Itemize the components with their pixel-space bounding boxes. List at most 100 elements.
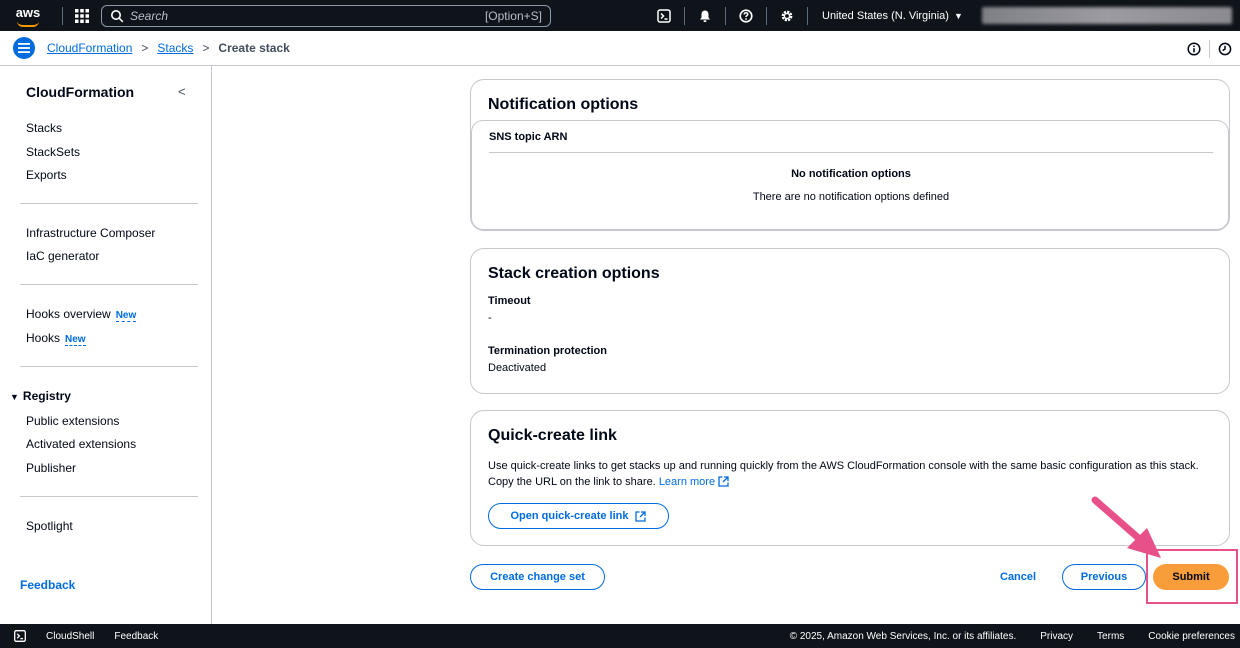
nav-separator bbox=[725, 6, 726, 25]
sidebar-item-label: Hooks bbox=[26, 331, 61, 345]
empty-state-description: There are no notification options define… bbox=[752, 191, 950, 203]
resource-explorer-button[interactable] bbox=[1210, 31, 1240, 66]
footer-copyright: © 2025, Amazon Web Services, Inc. or its… bbox=[789, 630, 1017, 642]
grid-icon bbox=[75, 8, 89, 23]
open-quick-create-link-label: Open quick-create link bbox=[510, 510, 629, 522]
timeout-label: Timeout bbox=[488, 295, 531, 307]
quick-create-description-text: Use quick-create links to get stacks up … bbox=[488, 460, 1199, 488]
sidebar-item-activated-extensions[interactable]: Activated extensions bbox=[26, 437, 136, 451]
sidebar-item-stacksets[interactable]: StackSets bbox=[26, 145, 80, 159]
sidebar-divider bbox=[20, 496, 198, 497]
footer-left: CloudShell Feedback bbox=[14, 630, 178, 642]
hamburger-icon bbox=[18, 43, 30, 53]
notifications-button[interactable] bbox=[691, 0, 719, 31]
search-icon bbox=[111, 9, 124, 22]
sidebar-item-label: Hooks overview bbox=[26, 307, 111, 321]
info-button[interactable] bbox=[1179, 31, 1209, 66]
breadcrumb-cloudformation[interactable]: CloudFormation bbox=[47, 41, 132, 55]
open-quick-create-link-button[interactable]: Open quick-create link bbox=[488, 503, 669, 529]
pointer-arrow-icon bbox=[1091, 496, 1161, 558]
footer-cloudshell-link[interactable]: CloudShell bbox=[46, 631, 94, 642]
search-box[interactable]: [Option+S] bbox=[101, 4, 551, 27]
termination-protection-value: Deactivated bbox=[488, 362, 547, 374]
nav-separator bbox=[766, 6, 767, 25]
sidebar-divider bbox=[20, 284, 198, 285]
learn-more-label: Learn more bbox=[658, 476, 716, 488]
sidebar-item-hooks[interactable]: Hooks New bbox=[26, 331, 86, 346]
info-icon bbox=[1187, 41, 1201, 56]
table-header-sns-topic-arn: SNS topic ARN bbox=[489, 131, 568, 143]
cloudshell-icon bbox=[657, 8, 671, 23]
new-badge: New bbox=[65, 334, 86, 346]
table-divider bbox=[489, 152, 1213, 153]
footer-feedback-link[interactable]: Feedback bbox=[114, 631, 158, 642]
learn-more-link[interactable]: Learn more bbox=[659, 476, 729, 488]
breadcrumb-create-stack: Create stack bbox=[218, 41, 290, 55]
sidebar-section-registry[interactable]: ▼ Registry bbox=[10, 389, 71, 403]
clock-icon bbox=[1218, 42, 1232, 55]
nav-separator bbox=[62, 6, 63, 25]
utility-icons bbox=[1179, 31, 1240, 66]
cancel-button[interactable]: Cancel bbox=[1000, 571, 1036, 583]
side-navigation-toggle[interactable] bbox=[13, 37, 35, 59]
external-link-icon bbox=[635, 510, 647, 522]
sidebar-item-hooks-overview[interactable]: Hooks overview New bbox=[26, 307, 137, 322]
region-selector[interactable]: United States (N. Virginia) ▼ bbox=[822, 0, 963, 31]
sidebar-item-publisher[interactable]: Publisher bbox=[26, 461, 76, 475]
footer: CloudShell Feedback © 2025, Amazon Web S… bbox=[0, 624, 1240, 648]
services-menu-button[interactable] bbox=[69, 3, 95, 29]
external-link-icon bbox=[718, 476, 729, 487]
stack-creation-options-panel: Stack creation options Timeout - Termina… bbox=[470, 248, 1230, 394]
top-navigation: aws [Option+S] bbox=[0, 0, 1240, 31]
quick-create-description: Use quick-create links to get stacks up … bbox=[488, 458, 1218, 490]
help-button[interactable] bbox=[732, 0, 760, 31]
termination-protection-label: Termination protection bbox=[488, 345, 607, 357]
nav-separator bbox=[807, 6, 808, 25]
region-label: United States (N. Virginia) bbox=[822, 9, 949, 22]
sns-topic-table: SNS topic ARN No notification options Th… bbox=[471, 120, 1229, 230]
sidebar-item-infrastructure-composer[interactable]: Infrastructure Composer bbox=[26, 226, 155, 240]
nav-separator bbox=[684, 6, 685, 25]
footer-cookie-preferences-link[interactable]: Cookie preferences bbox=[1148, 631, 1235, 642]
aws-logo-smile bbox=[17, 21, 39, 27]
chevron-right-icon: > bbox=[202, 41, 210, 55]
cloudshell-button[interactable] bbox=[650, 0, 678, 31]
new-badge: New bbox=[115, 310, 137, 322]
settings-button[interactable] bbox=[773, 0, 801, 31]
notification-options-panel: Notification options SNS topic ARN No no… bbox=[470, 79, 1230, 231]
sidebar-divider bbox=[20, 366, 198, 367]
sidebar-item-exports[interactable]: Exports bbox=[26, 168, 67, 182]
bell-icon bbox=[700, 10, 710, 22]
footer-terms-link[interactable]: Terms bbox=[1097, 631, 1124, 642]
create-change-set-button[interactable]: Create change set bbox=[470, 564, 605, 590]
previous-button[interactable]: Previous bbox=[1062, 564, 1146, 590]
breadcrumb-bar: CloudFormation > Stacks > Create stack bbox=[0, 31, 1240, 66]
search-input[interactable] bbox=[130, 8, 485, 23]
breadcrumb: CloudFormation > Stacks > Create stack bbox=[47, 41, 290, 55]
footer-privacy-link[interactable]: Privacy bbox=[1040, 631, 1073, 642]
quick-create-link-title: Quick-create link bbox=[488, 427, 617, 444]
sidebar-divider bbox=[20, 203, 198, 204]
breadcrumb-stacks[interactable]: Stacks bbox=[157, 41, 193, 55]
sidebar-feedback-link[interactable]: Feedback bbox=[20, 578, 75, 592]
timeout-value: - bbox=[488, 312, 492, 324]
aws-logo[interactable]: aws bbox=[0, 0, 56, 31]
nav-icon-group bbox=[650, 0, 814, 31]
caret-down-icon: ▼ bbox=[10, 392, 19, 402]
aws-logo-text: aws bbox=[15, 5, 41, 20]
empty-state-title: No notification options bbox=[791, 168, 911, 180]
side-nav-title[interactable]: CloudFormation bbox=[26, 84, 134, 100]
sidebar-item-iac-generator[interactable]: IaC generator bbox=[26, 249, 99, 263]
search-shortcut-hint: [Option+S] bbox=[484, 8, 542, 23]
collapse-sidebar-icon[interactable]: < bbox=[178, 84, 186, 99]
sidebar-item-spotlight[interactable]: Spotlight bbox=[26, 519, 73, 533]
registry-label: Registry bbox=[22, 389, 71, 403]
help-icon bbox=[739, 8, 753, 23]
cloudshell-footer-icon bbox=[14, 630, 26, 642]
notification-options-title: Notification options bbox=[488, 96, 639, 113]
gear-icon bbox=[781, 10, 793, 21]
sidebar-item-public-extensions[interactable]: Public extensions bbox=[26, 414, 119, 428]
sidebar-item-stacks[interactable]: Stacks bbox=[26, 121, 62, 135]
chevron-right-icon: > bbox=[141, 41, 149, 55]
account-menu-redacted[interactable] bbox=[982, 7, 1232, 24]
